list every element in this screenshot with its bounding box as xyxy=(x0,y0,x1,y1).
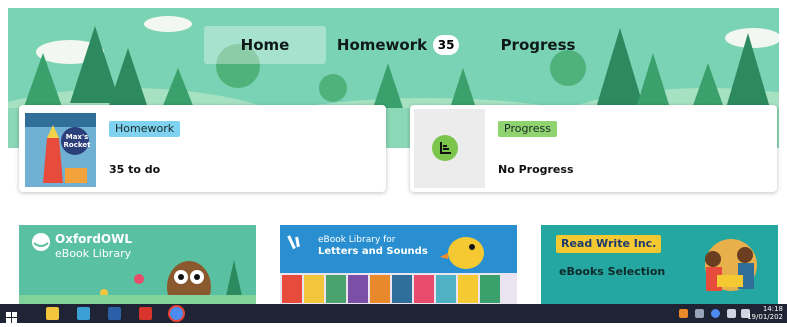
read-write-inc-subtitle: eBooks Selection xyxy=(559,265,666,278)
book-cover-image: Max's Rocket xyxy=(25,113,96,187)
letters-sounds-title: eBook Library for xyxy=(318,235,396,245)
homework-card[interactable]: Max's Rocket Homework 35 to do xyxy=(19,105,386,192)
tab-homework-label: Homework xyxy=(336,36,428,54)
store-icon[interactable] xyxy=(77,307,90,320)
oxford-owl-library-tile[interactable]: OxfordOWL eBook Library xyxy=(19,225,256,305)
word-icon[interactable] xyxy=(108,307,121,320)
clock-date: 19/01/202 xyxy=(747,313,783,321)
main-nav: Home Homework 35 Progress xyxy=(8,26,779,66)
chrome-icon[interactable] xyxy=(168,305,185,322)
tray-app-icon[interactable] xyxy=(679,309,688,318)
progress-status: No Progress xyxy=(498,163,574,176)
windows-taskbar: 14:18 19/01/202 xyxy=(0,304,787,323)
homework-tag: Homework xyxy=(109,121,181,137)
read-write-inc-library-tile[interactable]: Read Write Inc. eBooks Selection xyxy=(541,225,778,305)
read-write-inc-logo: Read Write Inc. xyxy=(556,235,662,253)
oxford-owl-title: OxfordOWL xyxy=(55,232,132,246)
letters-sounds-library-tile[interactable]: eBook Library for Letters and Sounds xyxy=(280,225,517,305)
progress-icon-panel xyxy=(414,109,485,188)
letters-sounds-subtitle: Letters and Sounds xyxy=(318,246,428,257)
tab-progress-label: Progress xyxy=(500,36,576,54)
tray-network-icon[interactable] xyxy=(695,309,704,318)
clock-time: 14:18 xyxy=(762,305,783,313)
tab-homework[interactable]: Homework 35 xyxy=(333,26,463,64)
tray-display-icon[interactable] xyxy=(727,309,736,318)
progress-card[interactable]: Progress No Progress xyxy=(410,105,777,192)
file-explorer-icon[interactable] xyxy=(46,307,59,320)
acrobat-icon[interactable] xyxy=(139,307,152,320)
homework-status: 35 to do xyxy=(109,163,161,176)
windows-start-icon[interactable] xyxy=(6,308,17,323)
system-clock[interactable]: 14:18 19/01/202 xyxy=(747,305,783,321)
tray-chrome-icon[interactable] xyxy=(711,309,720,318)
tab-home[interactable]: Home xyxy=(204,26,326,64)
bar-chart-icon xyxy=(432,135,458,161)
book-title: Max's Rocket xyxy=(63,133,91,149)
bird-and-books-illustration xyxy=(280,235,517,305)
tab-progress[interactable]: Progress xyxy=(488,26,588,64)
homework-count-badge: 35 xyxy=(433,35,460,55)
oxford-owl-subtitle: eBook Library xyxy=(55,247,132,260)
tab-home-label: Home xyxy=(240,36,290,54)
rocket-illustration xyxy=(25,113,96,187)
progress-tag: Progress xyxy=(498,121,557,137)
